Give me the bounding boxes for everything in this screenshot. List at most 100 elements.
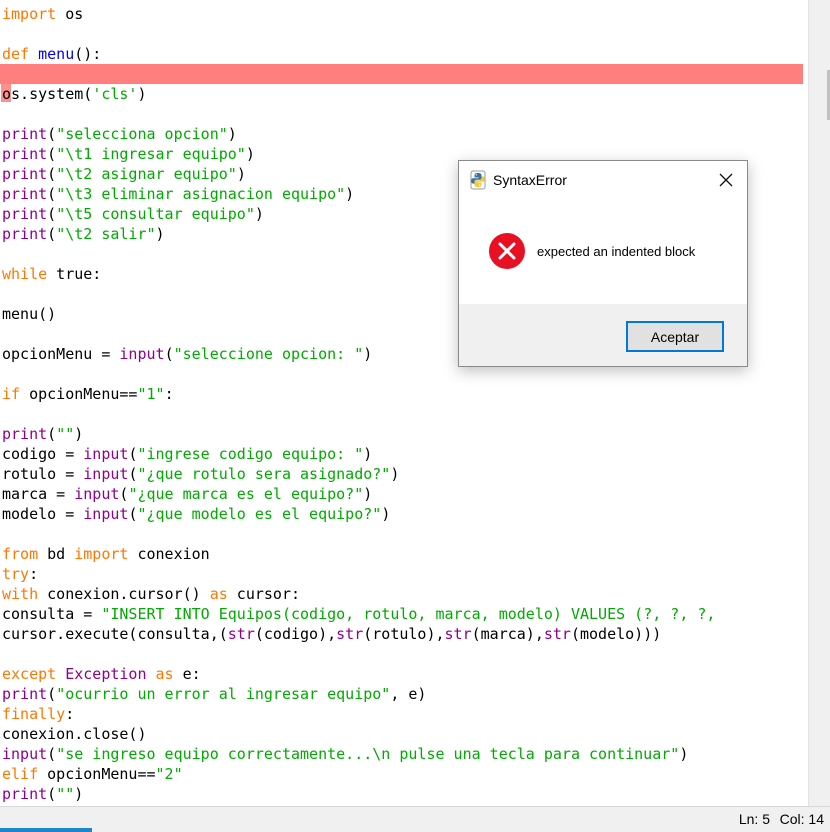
code-token: (modelo))) <box>570 625 662 643</box>
code-token: str <box>227 625 255 643</box>
vertical-scrollbar[interactable] <box>808 0 830 806</box>
dialog-title: SyntaxError <box>493 172 567 188</box>
code-token: marca = <box>2 485 75 503</box>
code-token: "\t2 asignar equipo" <box>56 165 237 183</box>
code-token: menu <box>38 45 75 63</box>
syntax-error-dialog: SyntaxError expected an indented block A… <box>458 160 748 367</box>
code-line[interactable] <box>2 364 715 384</box>
code-token: ( <box>47 185 57 203</box>
code-line[interactable]: conexion.close() <box>2 724 715 744</box>
code-token: input <box>2 745 48 763</box>
code-token: ) <box>363 445 373 463</box>
code-token: e: <box>173 665 201 683</box>
close-icon[interactable] <box>711 166 741 194</box>
code-line[interactable] <box>2 24 715 44</box>
code-token: elif <box>2 765 39 783</box>
code-token: conexion.close() <box>2 725 147 743</box>
code-token: conexion.cursor() <box>38 585 210 603</box>
code-line[interactable]: marca = input("¿que marca es el equipo?"… <box>2 484 715 504</box>
code-token: input <box>83 505 129 523</box>
code-token: "\t1 ingresar equipo" <box>56 145 246 163</box>
code-token: codigo = <box>2 445 84 463</box>
code-line[interactable]: print("") <box>2 784 715 804</box>
code-token: "¿que modelo es el equipo?" <box>137 505 382 523</box>
code-token: "¿que marca es el equipo?" <box>128 485 364 503</box>
python-icon <box>469 170 487 190</box>
dialog-footer: Aceptar <box>459 304 747 366</box>
code-token: ) <box>345 185 355 203</box>
code-token: ( <box>47 745 57 763</box>
code-token: print <box>2 145 48 163</box>
code-token: print <box>2 125 48 143</box>
code-token: "\t3 eliminar asignacion equipo" <box>56 185 346 203</box>
code-token: print <box>2 205 48 223</box>
code-token: "" <box>56 785 75 803</box>
code-token: input <box>83 465 129 483</box>
code-token: ( <box>164 345 174 363</box>
code-line[interactable]: modelo = input("¿que modelo es el equipo… <box>2 504 715 524</box>
code-token: bd <box>38 545 75 563</box>
code-token: str <box>444 625 472 643</box>
code-line[interactable] <box>2 104 715 124</box>
code-line[interactable]: os.system('cls') <box>2 84 715 104</box>
code-token: except <box>2 665 57 683</box>
code-token: : <box>65 705 75 723</box>
code-token: ( <box>47 165 57 183</box>
accept-button[interactable]: Aceptar <box>626 321 724 352</box>
code-line[interactable]: cursor.execute(consulta,(str(codigo),str… <box>2 624 715 644</box>
code-token: ) <box>227 125 237 143</box>
code-token: ) <box>155 225 165 243</box>
code-token: ) <box>74 425 84 443</box>
code-line[interactable]: elif opcionMenu=="2" <box>2 764 715 784</box>
code-token: print <box>2 225 48 243</box>
code-token: (marca), <box>471 625 544 643</box>
code-line[interactable]: print("ocurrio un error al ingresar equi… <box>2 684 715 704</box>
code-line[interactable]: def menu(): <box>2 44 715 64</box>
code-editor[interactable]: import os def menu(): os.system('cls') p… <box>0 0 808 806</box>
code-line[interactable]: rotulo = input("¿que rotulo sera asignad… <box>2 464 715 484</box>
code-token: "2" <box>155 765 183 783</box>
dialog-titlebar[interactable]: SyntaxError <box>459 161 747 199</box>
column-number-indicator: Col: 14 <box>779 811 824 827</box>
code-token: "" <box>56 425 75 443</box>
code-token: print <box>2 425 48 443</box>
code-token: print <box>2 685 48 703</box>
code-token: finally <box>2 705 66 723</box>
code-text[interactable]: import os def menu(): os.system('cls') p… <box>2 4 715 804</box>
code-line[interactable] <box>2 524 715 544</box>
code-token: "selecciona opcion" <box>56 125 228 143</box>
code-line[interactable]: from bd import conexion <box>2 544 715 564</box>
code-token: ( <box>47 125 57 143</box>
code-line[interactable]: finally: <box>2 704 715 724</box>
code-token: ) <box>381 505 391 523</box>
code-token: "1" <box>137 385 165 403</box>
code-token: input <box>83 445 129 463</box>
code-line[interactable]: codigo = input("ingrese codigo equipo: "… <box>2 444 715 464</box>
code-line[interactable]: with conexion.cursor() as cursor: <box>2 584 715 604</box>
code-token: as <box>155 665 174 683</box>
code-token: print <box>2 185 48 203</box>
code-token: consulta = <box>2 605 102 623</box>
code-line[interactable] <box>2 644 715 664</box>
code-token: str <box>336 625 364 643</box>
code-line[interactable]: if opcionMenu=="1": <box>2 384 715 404</box>
code-token: ) <box>236 165 246 183</box>
code-token: "\t2 salir" <box>56 225 156 243</box>
code-line[interactable] <box>2 64 715 84</box>
code-line[interactable]: print("selecciona opcion") <box>2 124 715 144</box>
code-line[interactable] <box>2 404 715 424</box>
code-line[interactable]: input("se ingreso equipo correctamente..… <box>2 744 715 764</box>
code-line[interactable]: except Exception as e: <box>2 664 715 684</box>
code-line[interactable]: print("") <box>2 424 715 444</box>
code-token: as <box>209 585 228 603</box>
code-line[interactable]: import os <box>2 4 715 24</box>
code-token: "INSERT INTO Equipos(codigo, rotulo, mar… <box>101 605 716 623</box>
code-line[interactable]: try: <box>2 564 715 584</box>
code-token: from <box>2 545 39 563</box>
code-token: str <box>543 625 571 643</box>
dialog-body: expected an indented block <box>459 199 747 304</box>
code-line[interactable]: consulta = "INSERT INTO Equipos(codigo, … <box>2 604 715 624</box>
code-token: : <box>29 565 39 583</box>
